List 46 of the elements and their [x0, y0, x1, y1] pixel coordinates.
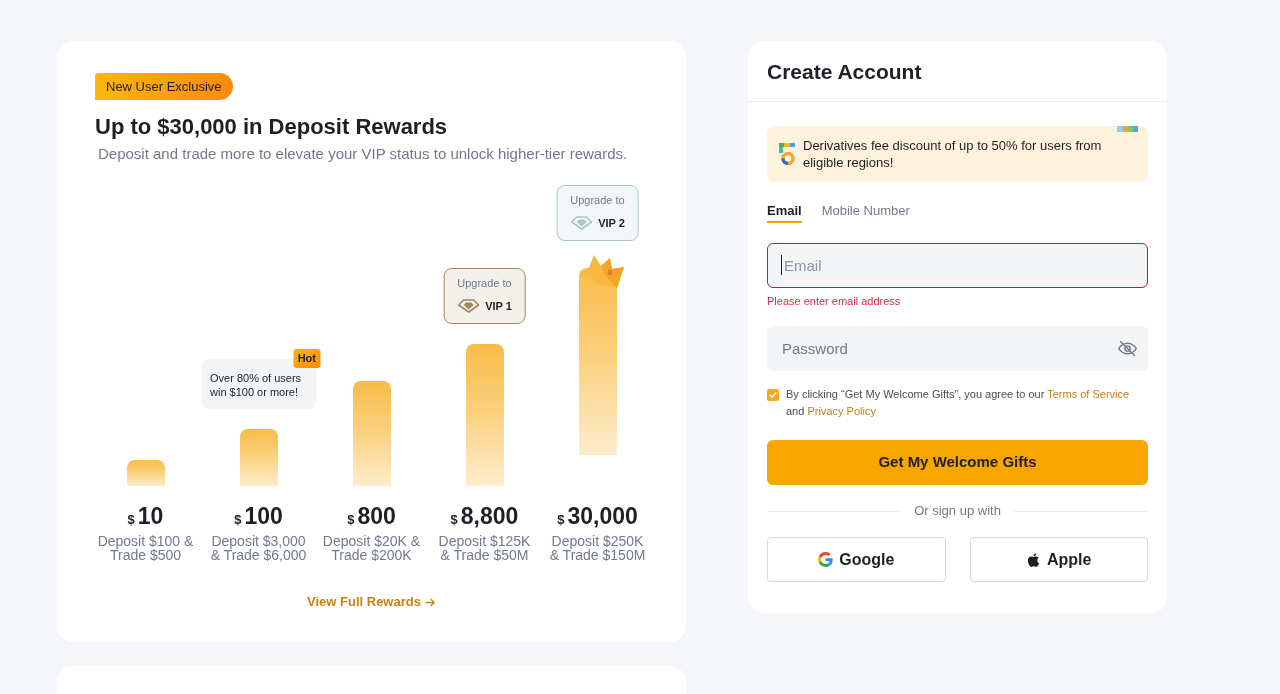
reward-amount: 100 — [244, 502, 283, 531]
submit-button[interactable]: Get My Welcome Gifts — [767, 440, 1148, 485]
promo-text: Derivatives fee discount of up to 50% for users from eligible regions! — [803, 137, 1103, 171]
signup-title: Create Account — [767, 59, 922, 85]
vip-level: VIP 2 — [598, 216, 625, 231]
rewards-subtitle: Deposit and trade more to elevate your VIP status to unlock higher-tier rewards. — [98, 144, 628, 164]
new-user-badge: New User Exclusive — [95, 73, 233, 100]
google-g-icon — [818, 552, 834, 567]
divider-label: Or sign up with — [914, 502, 1001, 520]
tab[interactable]: Mobile Number — [821, 203, 910, 223]
reward-amount: 800 — [357, 502, 396, 531]
currency-symbol: $ — [557, 511, 565, 529]
apple-icon — [1026, 551, 1041, 568]
text-link[interactable]: Privacy Policy — [807, 405, 876, 417]
requirement-text: Deposit $125K & Trade $50M — [437, 534, 532, 562]
error-message: Please enter email address — [767, 295, 902, 308]
requirement-text: Deposit $3,000 & Trade $6,000 — [209, 534, 308, 562]
requirement-text: Deposit $250K & Trade $150M — [548, 534, 647, 562]
upgrade-label: Upgrade to — [570, 193, 625, 208]
hot-tag: Hot — [293, 349, 320, 368]
google-button[interactable]: Google — [767, 537, 946, 582]
currency-symbol: $ — [234, 511, 242, 529]
requirement-text: Deposit $20K & Trade $200K — [321, 534, 422, 562]
reward-amount: 8,800 — [460, 502, 519, 531]
colorful-logo-icon — [779, 143, 796, 165]
currency-symbol: $ — [347, 511, 355, 529]
checkmark-icon — [768, 390, 778, 400]
rewards-title: Up to $30,000 in Deposit Rewards — [95, 113, 448, 141]
stripe-decoration-icon — [1117, 126, 1138, 132]
vip-level: VIP 1 — [485, 299, 512, 314]
reward-amount: 10 — [137, 502, 164, 531]
eye-slash-icon[interactable] — [1117, 338, 1138, 359]
arrow-right-icon — [424, 596, 436, 608]
password-field[interactable]: Password — [767, 326, 1148, 371]
upgrade-label: Upgrade to — [457, 276, 512, 291]
currency-symbol: $ — [127, 511, 135, 529]
email-field[interactable]: Email — [767, 243, 1148, 288]
reward-amount: 30,000 — [567, 502, 638, 531]
consent-text: By clicking “Get My Welcome Gifts”, you agree to our Terms of Service and Privacy Policy — [786, 387, 1131, 419]
tooltip-text: Over 80% of users win $100 or more! — [210, 371, 303, 399]
text-link[interactable]: Terms of Service — [1047, 388, 1130, 400]
apple-button[interactable]: Apple — [969, 537, 1148, 582]
checkbox[interactable] — [767, 389, 779, 401]
tab[interactable]: Email — [767, 203, 802, 223]
currency-symbol: $ — [450, 511, 458, 529]
requirement-text: Deposit $100 & Trade $500 — [96, 534, 195, 562]
